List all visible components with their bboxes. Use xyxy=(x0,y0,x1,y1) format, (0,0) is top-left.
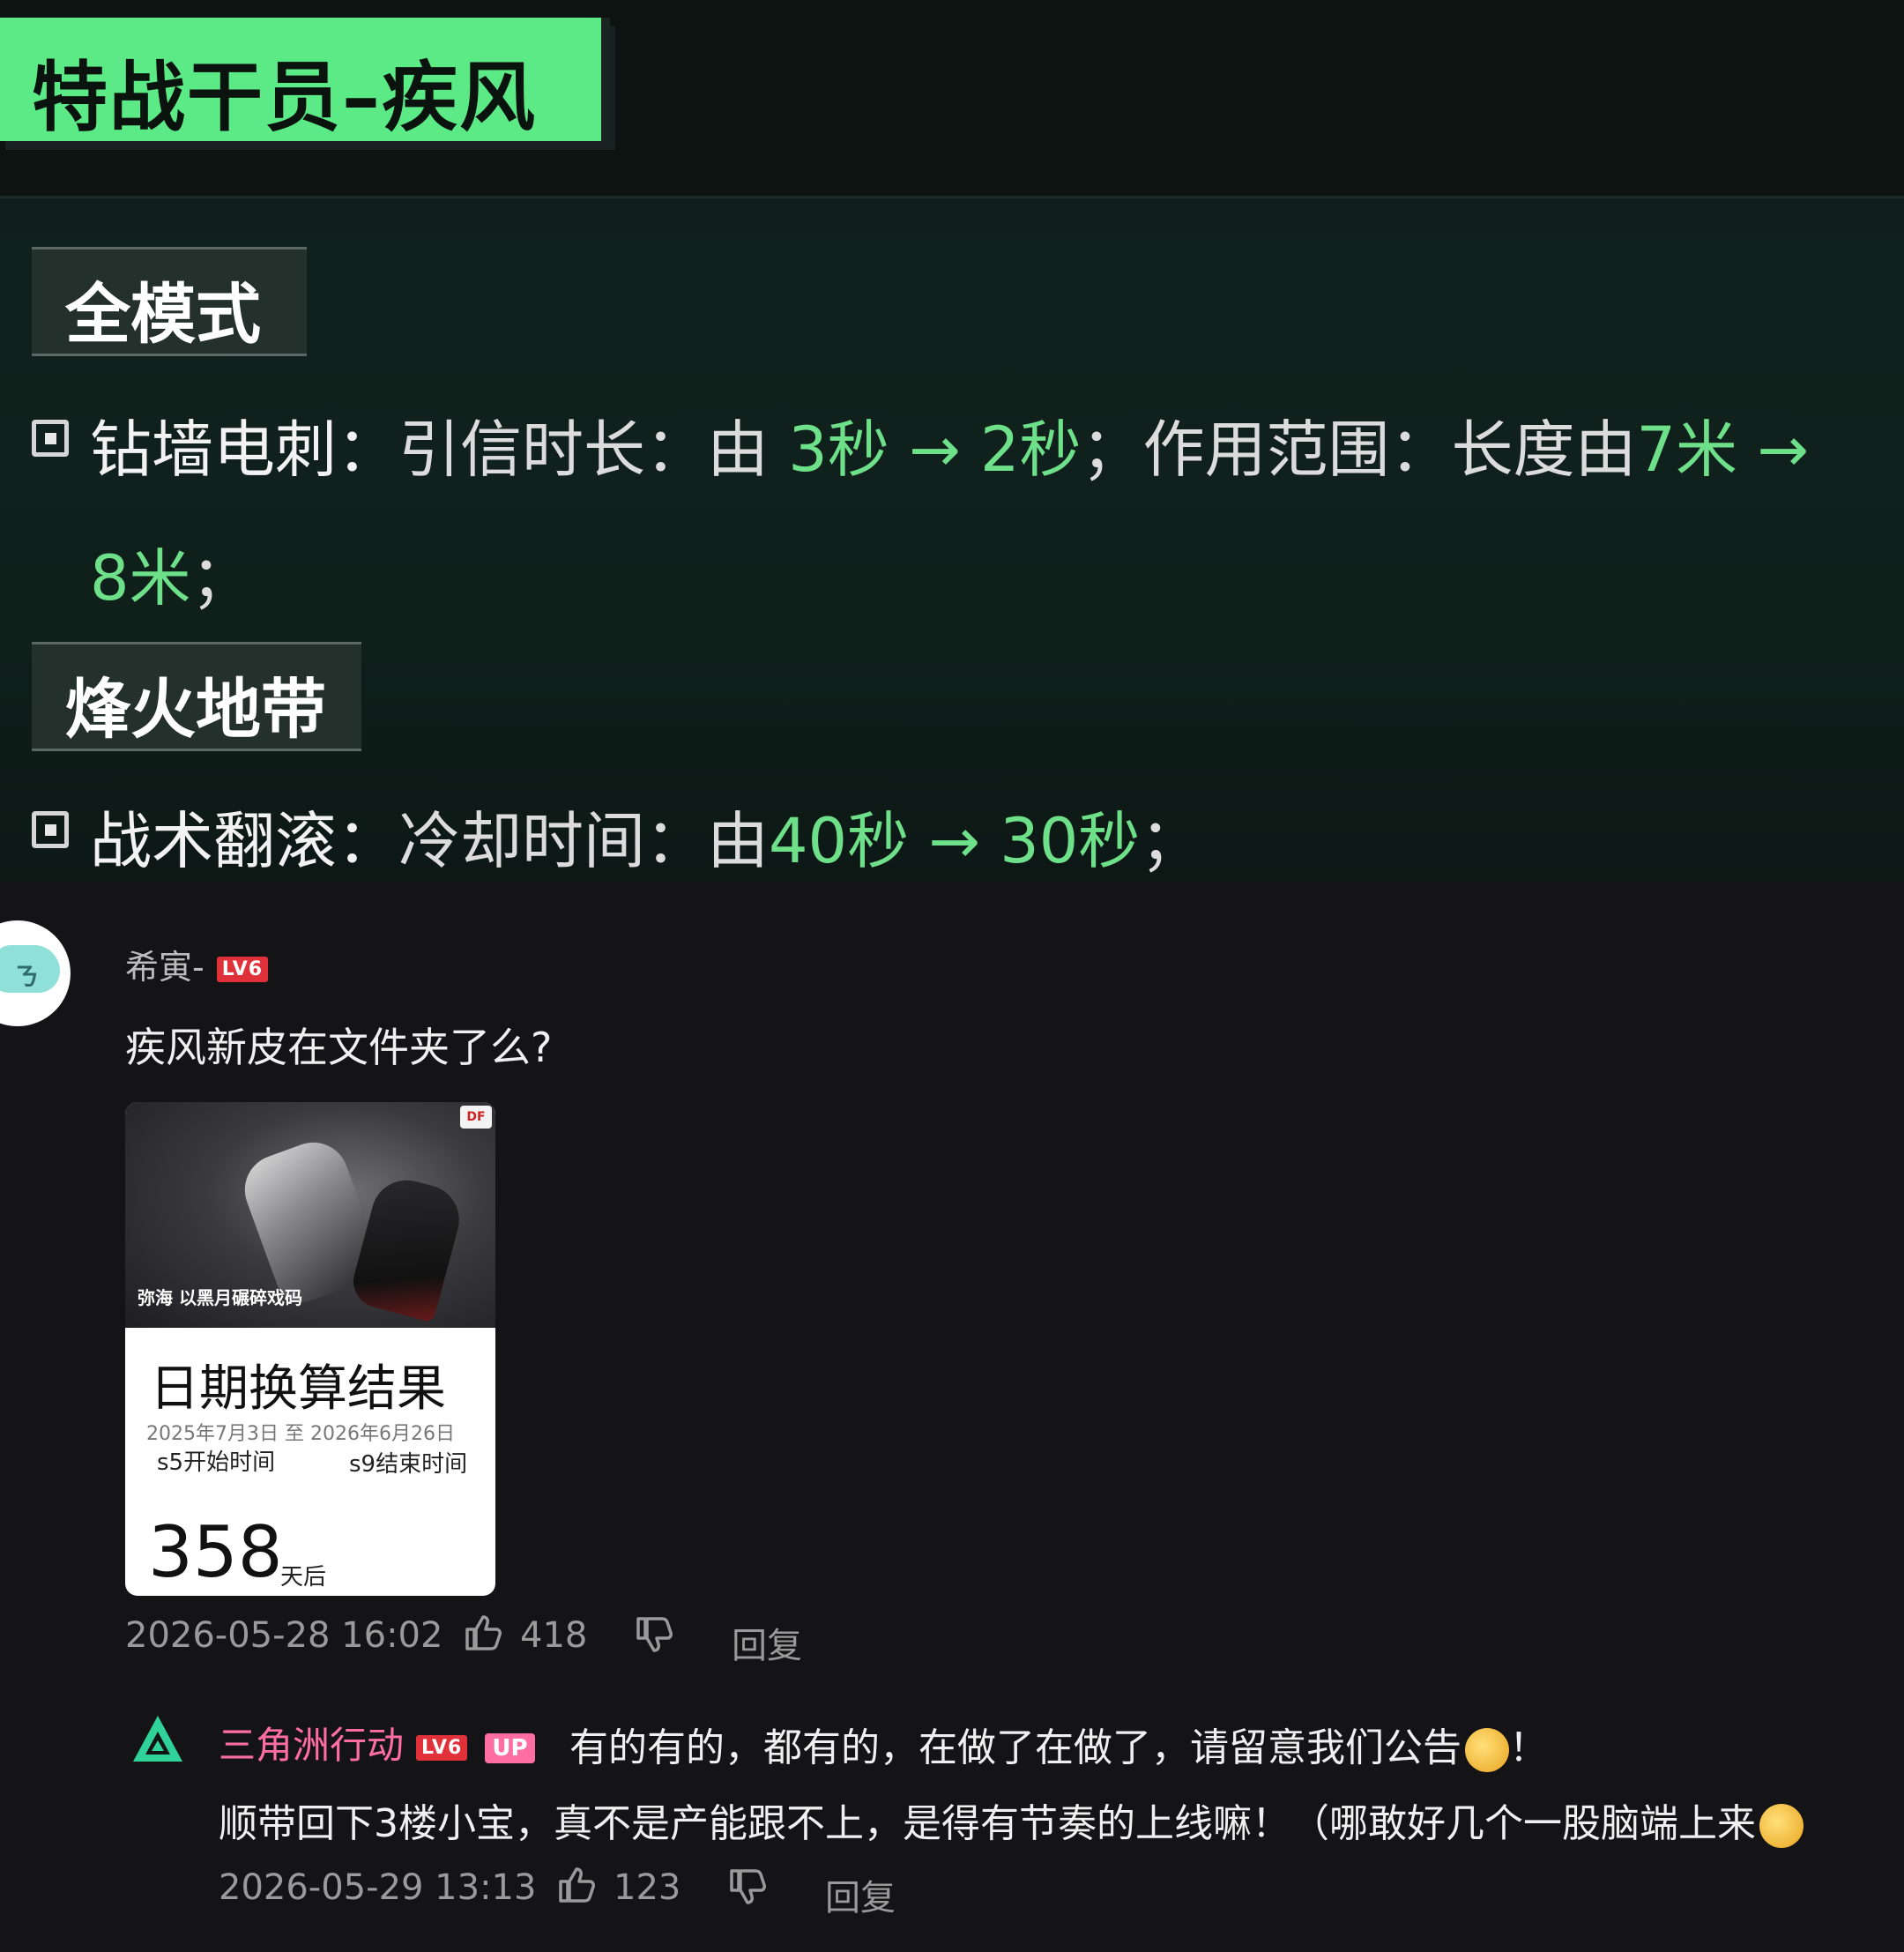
item-desc: 引信时长：由 xyxy=(398,413,789,486)
comment-image-card[interactable]: DF 弥海 以黑月碾碎戏码 日期换算结果 2025年7月3日 至 2026年6月… xyxy=(125,1102,495,1596)
patch-item-line: 钻墙电刺：引信时长：由 3秒 → 2秒；作用范围：长度由7米 → xyxy=(90,400,1809,489)
item-desc: 冷却时间：由 xyxy=(398,805,769,877)
patch-note-panel: 特战干员–疾风 全模式 钻墙电刺：引信时长：由 3秒 → 2秒；作用范围：长度由… xyxy=(0,0,1904,882)
value-new: 30秒 xyxy=(1000,805,1141,877)
emoji-icon xyxy=(1759,1804,1804,1848)
patch-item-line: 战术翻滚：冷却时间：由40秒 → 30秒； xyxy=(90,792,1201,881)
reply-text-line-2: 顺带回下3楼小宝，真不是产能跟不上，是得有节奏的上线嘛！（哪敢好几个一股脑端上来 xyxy=(219,1792,1804,1848)
comment-username[interactable]: 希寅- LV6 xyxy=(125,940,269,988)
level-badge: LV6 xyxy=(216,957,269,982)
punctuation: ； xyxy=(190,542,253,615)
arrow-2: → xyxy=(1737,413,1809,486)
artwork-caption: 弥海 以黑月碾碎戏码 xyxy=(138,1287,302,1308)
reply-reply-button[interactable]: 回复 xyxy=(825,1869,896,1920)
arrow: → xyxy=(889,413,980,486)
thumbs-up-icon[interactable] xyxy=(462,1612,504,1654)
reply-text-punct: ！ xyxy=(1509,1725,1548,1770)
reply-text-segment: 有的有的，都有的，在做了在做了，请留意我们公告 xyxy=(569,1725,1461,1770)
thumbs-up-icon[interactable] xyxy=(555,1864,598,1906)
comment-like-count: 418 xyxy=(520,1615,588,1656)
card-date-range: 2025年7月3日 至 2026年6月26日 xyxy=(146,1423,455,1445)
artwork-logo: DF xyxy=(460,1106,492,1129)
item-name: 钻墙电刺： xyxy=(90,413,398,486)
username-text[interactable]: 希寅- xyxy=(125,948,205,987)
avatar[interactable]: ㄋ xyxy=(0,920,71,1026)
comment-reply-button[interactable]: 回复 xyxy=(732,1617,802,1668)
value-new: 2秒 xyxy=(979,413,1082,486)
section-tag-label: 烽火地带 xyxy=(65,672,326,748)
artwork-figure-shape-2 xyxy=(347,1172,467,1323)
triangle-logo-icon[interactable] xyxy=(130,1712,185,1767)
card-result-unit: 天后 xyxy=(280,1564,327,1591)
reply-username[interactable]: 三角洲行动 LV6 UP xyxy=(219,1716,535,1769)
patch-item-continuation: 8米； xyxy=(90,529,253,618)
comment-text: 疾风新皮在文件夹了么? xyxy=(125,1024,553,1071)
value-old-2: 7米 xyxy=(1636,413,1738,486)
card-title: 日期换算结果 xyxy=(150,1360,446,1418)
punctuation: ； xyxy=(1140,805,1202,877)
reply-text-line-1: 有的有的，都有的，在做了在做了，请留意我们公告 ！ xyxy=(569,1716,1548,1772)
value-old: 3秒 xyxy=(788,413,889,486)
bullet-icon xyxy=(32,420,69,457)
up-badge: UP xyxy=(485,1732,535,1763)
card-result-number: 358 xyxy=(148,1511,283,1593)
level-badge: LV6 xyxy=(416,1735,468,1761)
title-banner: 特战干员–疾风 xyxy=(0,18,610,142)
reply-timestamp: 2026-05-29 13:13 xyxy=(219,1867,537,1908)
bullet-icon xyxy=(32,811,69,848)
thumbs-down-icon[interactable] xyxy=(726,1866,769,1908)
comment-timestamp: 2026-05-28 16:02 xyxy=(125,1615,443,1656)
avatar-glyph-icon: ㄋ xyxy=(14,962,40,991)
card-artwork: DF 弥海 以黑月碾碎戏码 xyxy=(125,1102,495,1328)
emoji-icon xyxy=(1465,1728,1509,1772)
section-tag-warfire-zone: 烽火地带 xyxy=(32,642,361,751)
reply-like-count: 123 xyxy=(614,1867,681,1908)
patch-title: 特战干员–疾风 xyxy=(32,54,537,142)
reply-text-segment: 顺带回下3楼小宝，真不是产能跟不上，是得有节奏的上线嘛！（哪敢好几个一股脑端上来 xyxy=(219,1801,1756,1846)
section-tag-all-modes: 全模式 xyxy=(32,247,307,356)
value-old: 40秒 xyxy=(769,805,910,877)
thumbs-down-icon[interactable] xyxy=(633,1613,675,1656)
item-name: 战术翻滚： xyxy=(90,805,398,877)
value-new-2: 8米 xyxy=(90,542,191,615)
item-desc-2: ；作用范围：长度由 xyxy=(1081,413,1637,486)
card-label-end: s9结束时间 xyxy=(349,1451,468,1478)
reply-username-text[interactable]: 三角洲行动 xyxy=(219,1724,404,1767)
section-tag-label: 全模式 xyxy=(65,277,261,353)
card-label-start: s5开始时间 xyxy=(157,1449,276,1476)
arrow: → xyxy=(909,805,1000,877)
